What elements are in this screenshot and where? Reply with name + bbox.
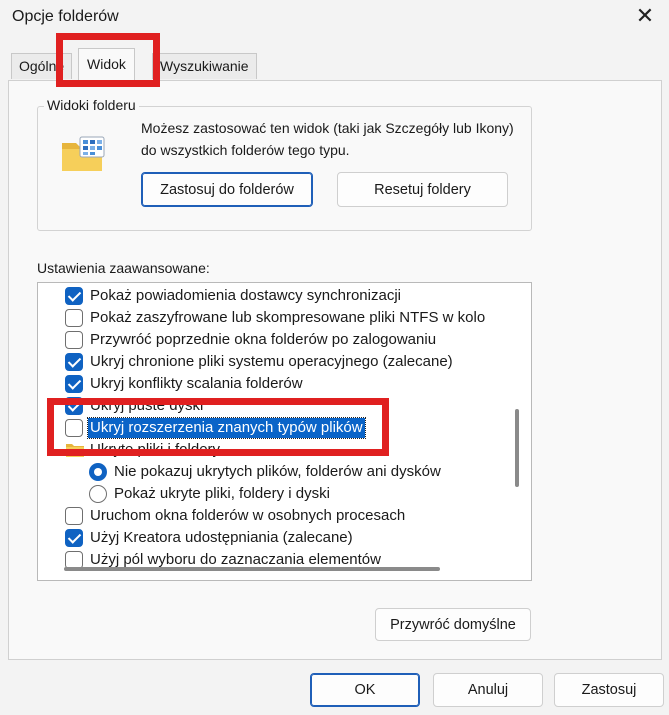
checkbox-unchecked[interactable]: [65, 309, 83, 327]
radio-selected[interactable]: [89, 463, 107, 481]
reset-folders-button[interactable]: Resetuj foldery: [337, 172, 508, 207]
checkbox-checked[interactable]: [65, 529, 83, 547]
list-item-label: Pokaż powiadomienia dostawcy synchroniza…: [90, 287, 401, 304]
list-item-label: Użyj Kreatora udostępniania (zalecane): [90, 529, 353, 546]
list-item[interactable]: Nie pokazuj ukrytych plików, folderów an…: [38, 461, 531, 483]
list-item-label: Pokaż zaszyfrowane lub skompresowane pli…: [90, 309, 486, 326]
ok-button[interactable]: OK: [310, 673, 420, 707]
list-item-label: Uruchom okna folderów w osobnych procesa…: [90, 507, 406, 524]
apply-button[interactable]: Zastosuj: [554, 673, 664, 707]
horizontal-scrollbar[interactable]: [64, 567, 440, 571]
list-item-label: Nie pokazuj ukrytych plików, folderów an…: [114, 463, 441, 480]
window-title: Opcje folderów: [12, 8, 119, 25]
highlight-box-tab: [56, 33, 160, 87]
list-item[interactable]: Pokaż powiadomienia dostawcy synchroniza…: [38, 285, 531, 307]
list-item[interactable]: Pokaż ukryte pliki, foldery i dyski: [38, 483, 531, 505]
radio-unselected[interactable]: [89, 485, 107, 503]
checkbox-checked[interactable]: [65, 375, 83, 393]
apply-to-folders-button[interactable]: Zastosuj do folderów: [141, 172, 313, 207]
list-item[interactable]: Ukryj chronione pliki systemu operacyjne…: [38, 351, 531, 373]
list-item-label: Ukryj konflikty scalania folderów: [90, 375, 303, 392]
close-icon[interactable]: ✕: [630, 2, 660, 30]
list-item[interactable]: Użyj Kreatora udostępniania (zalecane): [38, 527, 531, 549]
list-item[interactable]: Przywróć poprzednie okna folderów po zal…: [38, 329, 531, 351]
list-item[interactable]: Ukryj konflikty scalania folderów: [38, 373, 531, 395]
advanced-settings-label: Ustawienia zaawansowane:: [37, 260, 210, 276]
folder-views-legend: Widoki folderu: [44, 95, 139, 115]
cancel-button[interactable]: Anuluj: [433, 673, 543, 707]
list-item[interactable]: Uruchom okna folderów w osobnych procesa…: [38, 505, 531, 527]
list-item[interactable]: Pokaż zaszyfrowane lub skompresowane pli…: [38, 307, 531, 329]
list-item-label: Ukryj chronione pliki systemu operacyjne…: [90, 353, 453, 370]
restore-defaults-button[interactable]: Przywróć domyślne: [375, 608, 531, 641]
list-item-label: Pokaż ukryte pliki, foldery i dyski: [114, 485, 330, 502]
folder-view-icon: [62, 136, 105, 171]
highlight-box-option: [47, 398, 389, 456]
vertical-scrollbar[interactable]: [515, 409, 519, 487]
folder-views-description: Możesz zastosować ten widok (taki jak Sz…: [141, 120, 514, 158]
checkbox-unchecked[interactable]: [65, 331, 83, 349]
checkbox-unchecked[interactable]: [65, 507, 83, 525]
list-item-label: Przywróć poprzednie okna folderów po zal…: [90, 331, 437, 348]
checkbox-checked[interactable]: [65, 353, 83, 371]
checkbox-checked[interactable]: [65, 287, 83, 305]
tab-search[interactable]: Wyszukiwanie: [152, 53, 257, 79]
